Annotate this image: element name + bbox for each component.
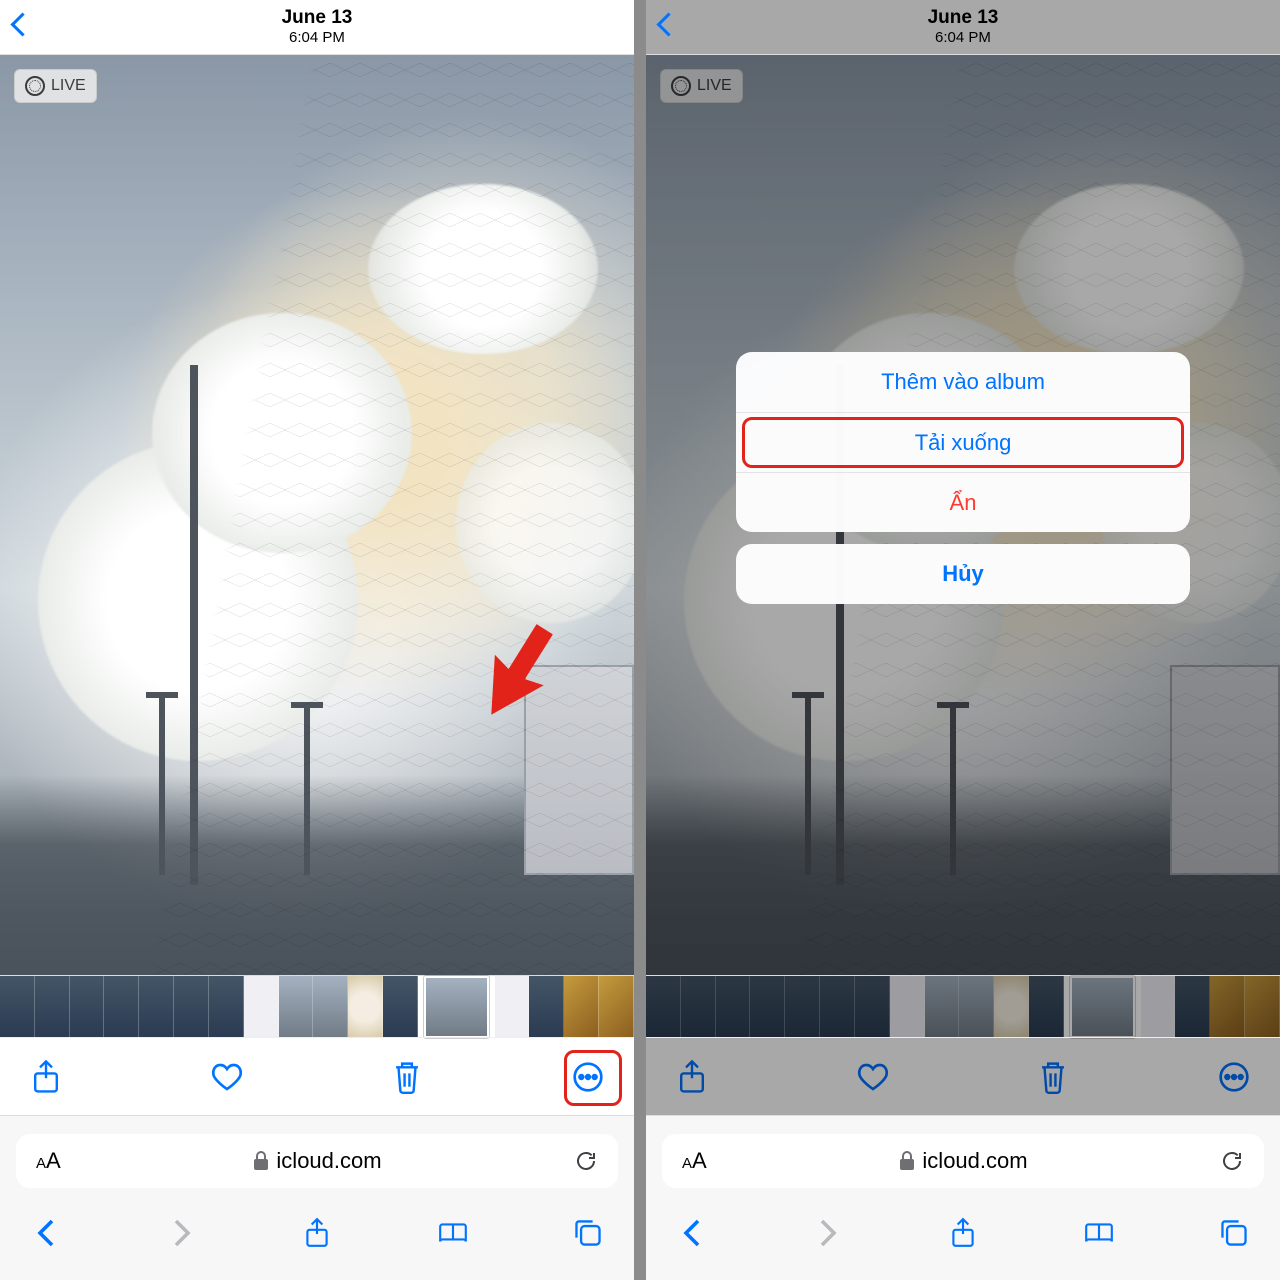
- photo-toolbar: [646, 1037, 1280, 1115]
- sheet-item-label: Ẩn: [950, 490, 977, 516]
- back-button[interactable]: [660, 16, 677, 38]
- lock-icon: [898, 1151, 916, 1171]
- photo-date: June 13: [282, 7, 353, 29]
- nav-forward-button[interactable]: [812, 1217, 844, 1249]
- photo-header: June 13 6:04 PM: [646, 0, 1280, 55]
- thumbnail[interactable]: [279, 976, 314, 1038]
- live-photo-badge[interactable]: LIVE: [14, 69, 97, 103]
- nav-tabs-button[interactable]: [1218, 1217, 1250, 1249]
- address-domain: icloud.com: [276, 1148, 381, 1174]
- sheet-item-label: Tải xuống: [915, 430, 1012, 456]
- sheet-item-label: Hủy: [942, 561, 984, 587]
- sheet-download[interactable]: Tải xuống: [736, 412, 1190, 472]
- reload-button[interactable]: [1220, 1149, 1244, 1173]
- nav-share-button[interactable]: [301, 1217, 333, 1249]
- thumbnail[interactable]: [174, 976, 209, 1038]
- live-label: LIVE: [697, 77, 732, 95]
- chevron-left-icon: [660, 20, 677, 37]
- nav-back-button[interactable]: [676, 1217, 708, 1249]
- screenshot-right: June 13 6:04 PM LIVE: [646, 0, 1280, 1280]
- nav-forward-button[interactable]: [166, 1217, 198, 1249]
- more-button[interactable]: [1218, 1061, 1250, 1093]
- photo-toolbar: [0, 1037, 634, 1115]
- thumbnail-selected[interactable]: [424, 976, 489, 1038]
- delete-button[interactable]: [1037, 1061, 1069, 1093]
- thumbnail[interactable]: [313, 976, 348, 1038]
- thumbnail[interactable]: [383, 976, 418, 1038]
- photo-viewer[interactable]: LIVE: [0, 55, 634, 975]
- live-icon: [25, 76, 45, 96]
- share-button[interactable]: [676, 1061, 708, 1093]
- nav-back-button[interactable]: [30, 1217, 62, 1249]
- favorite-button[interactable]: [857, 1061, 889, 1093]
- photo-header: June 13 6:04 PM: [0, 0, 634, 55]
- thumbnail[interactable]: [35, 976, 70, 1038]
- action-sheet: Thêm vào album Tải xuống Ẩn Hủy: [736, 352, 1190, 616]
- thumbnail[interactable]: [0, 976, 35, 1038]
- safari-chrome: AA icloud.com: [646, 1115, 1280, 1280]
- photo-date: June 13: [928, 7, 999, 29]
- thumbnail[interactable]: [495, 976, 530, 1038]
- live-icon: [671, 76, 691, 96]
- address-bar[interactable]: AA icloud.com: [662, 1134, 1264, 1188]
- screenshot-left: June 13 6:04 PM LIVE: [0, 0, 634, 1280]
- share-button[interactable]: [30, 1061, 62, 1093]
- thumbnail[interactable]: [70, 976, 105, 1038]
- sheet-item-label: Thêm vào album: [881, 369, 1045, 395]
- back-button[interactable]: [14, 16, 31, 38]
- sheet-cancel[interactable]: Hủy: [736, 544, 1190, 604]
- lock-icon: [252, 1151, 270, 1171]
- thumbnail[interactable]: [209, 976, 244, 1038]
- sheet-add-to-album[interactable]: Thêm vào album: [736, 352, 1190, 412]
- thumbnail[interactable]: [529, 976, 564, 1038]
- photo-time: 6:04 PM: [928, 29, 999, 46]
- photo-time: 6:04 PM: [282, 29, 353, 46]
- sheet-hide[interactable]: Ẩn: [736, 472, 1190, 532]
- thumbnail-strip[interactable]: [0, 975, 634, 1037]
- favorite-button[interactable]: [211, 1061, 243, 1093]
- thumbnail[interactable]: [564, 976, 599, 1038]
- safari-chrome: AA icloud.com: [0, 1115, 634, 1280]
- nav-share-button[interactable]: [947, 1217, 979, 1249]
- reload-button[interactable]: [574, 1149, 598, 1173]
- thumbnail[interactable]: [244, 976, 279, 1038]
- nav-bookmarks-button[interactable]: [1083, 1217, 1115, 1249]
- text-size-button[interactable]: AA: [682, 1148, 707, 1174]
- nav-bookmarks-button[interactable]: [437, 1217, 469, 1249]
- text-size-button[interactable]: AA: [36, 1148, 61, 1174]
- address-domain: icloud.com: [922, 1148, 1027, 1174]
- delete-button[interactable]: [391, 1061, 423, 1093]
- live-photo-badge[interactable]: LIVE: [660, 69, 743, 103]
- thumbnail-strip[interactable]: [646, 975, 1280, 1037]
- chevron-left-icon: [14, 20, 31, 37]
- thumbnail[interactable]: [599, 976, 634, 1038]
- address-bar[interactable]: AA icloud.com: [16, 1134, 618, 1188]
- more-button[interactable]: [572, 1061, 604, 1093]
- thumbnail[interactable]: [348, 976, 383, 1038]
- live-label: LIVE: [51, 77, 86, 95]
- thumbnail[interactable]: [139, 976, 174, 1038]
- nav-tabs-button[interactable]: [572, 1217, 604, 1249]
- thumbnail[interactable]: [104, 976, 139, 1038]
